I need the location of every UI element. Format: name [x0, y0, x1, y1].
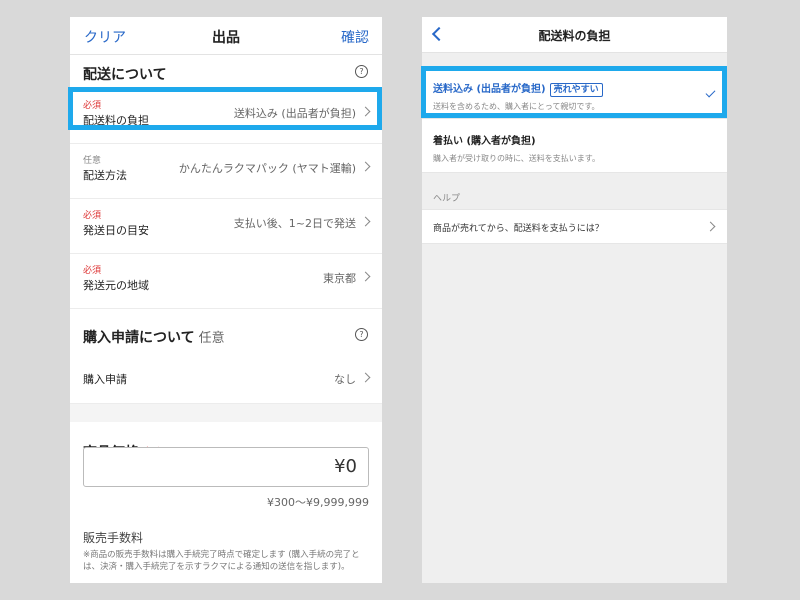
question-circle-icon[interactable]: ? — [355, 65, 368, 78]
row-ship-region[interactable]: 必須 発送元の地域 東京都 — [70, 254, 382, 309]
required-tag: 必須 — [83, 211, 102, 221]
option-buyer-pays[interactable]: 着払い (購入者が負担) 購入者が受け取りの時に、送料を支払います。 — [422, 119, 727, 173]
optional-label: 任意 — [198, 331, 225, 346]
highlight-box — [68, 87, 382, 130]
highlight-box — [421, 66, 727, 118]
chevron-right-icon — [360, 271, 371, 282]
row-label: 発送元の地域 — [83, 279, 149, 292]
shipping-fee-header: 配送料の負担 — [422, 17, 727, 53]
option-desc: 購入者が受け取りの時に、送料を支払います。 — [433, 154, 600, 163]
row-ship-date[interactable]: 必須 発送日の目安 支払い後、1~2日で発送 — [70, 199, 382, 254]
row-value: かんたんラクマパック (ヤマト運輸) — [178, 162, 356, 175]
price-heading: 商品価格 必須 — [83, 445, 168, 461]
chevron-right-icon — [360, 372, 371, 383]
purchase-heading: 購入申請について 任意 — [83, 330, 225, 346]
chevron-right-icon — [705, 221, 716, 232]
shipping-heading: 配送について — [83, 67, 167, 83]
row-label: 配送方法 — [83, 169, 127, 182]
required-label: 必須 — [143, 446, 168, 460]
help-item-label: 商品が売れてから、配送料を支払うには？ — [433, 224, 604, 234]
row-label: 購入申請 — [83, 373, 127, 386]
optional-tag: 任意 — [83, 156, 102, 166]
row-purchase-request[interactable]: 購入申請 なし — [70, 353, 382, 404]
required-tag: 必須 — [83, 266, 102, 276]
option-title: 着払い (購入者が負担) — [433, 136, 536, 147]
help-item[interactable]: 商品が売れてから、配送料を支払うには？ — [422, 209, 727, 244]
chevron-right-icon — [360, 216, 371, 227]
row-value: なし — [334, 373, 356, 386]
page-title: 配送料の負担 — [538, 29, 611, 43]
question-circle-icon[interactable]: ? — [355, 328, 368, 341]
listing-header: クリア 出品 確認 — [70, 17, 382, 55]
row-value: 東京都 — [323, 272, 356, 285]
row-label: 発送日の目安 — [83, 224, 149, 237]
row-shipping-method[interactable]: 任意 配送方法 かんたんラクマパック (ヤマト運輸) — [70, 144, 382, 199]
shipping-section-header: 配送について ? — [70, 55, 382, 89]
purchase-section-header: 購入申請について 任意 ? — [70, 309, 382, 353]
row-value: 支払い後、1~2日で発送 — [233, 217, 356, 230]
price-section-header: 商品価格 必須 — [70, 422, 382, 464]
chevron-right-icon — [360, 161, 371, 172]
help-label: ヘルプ — [433, 194, 461, 204]
page-title: 出品 — [212, 30, 240, 46]
confirm-button[interactable]: 確認 — [341, 27, 369, 47]
section-divider — [70, 404, 382, 422]
